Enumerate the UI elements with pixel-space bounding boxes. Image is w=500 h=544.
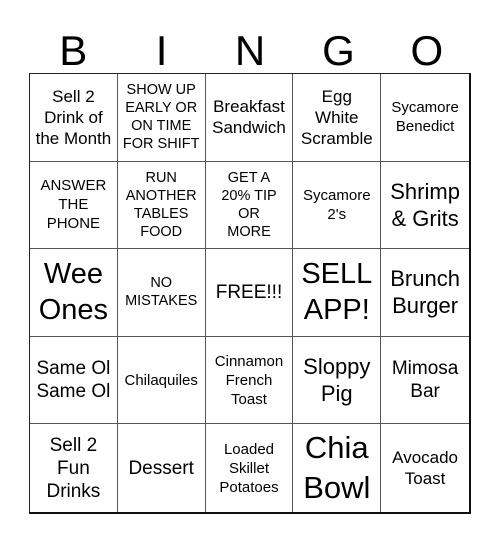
free-space: FREE!!! — [215, 281, 283, 303]
cell-text: Loaded Skillet Potatoes — [219, 440, 279, 496]
bingo-cell-r4-c3[interactable]: Cinnamon French Toast — [205, 336, 294, 425]
bingo-cell-r2-c4[interactable]: Sycamore 2's — [293, 161, 382, 250]
cell-text: SHOW UP EARLY OR ON TIME FOR SHIFT — [122, 82, 200, 153]
cell-text: RUN ANOTHER TABLES FOOD — [125, 169, 197, 240]
bingo-cell-r4-c1[interactable]: Same Ol Same Ol — [30, 336, 118, 425]
cell-text: Egg White Scramble — [300, 86, 373, 148]
cell-text: NO MISTAKES — [125, 275, 198, 310]
cell-text: Cinnamon French Toast — [214, 352, 284, 408]
bingo-cell-r2-c1[interactable]: ANSWER THE PHONE — [30, 161, 118, 250]
bingo-board: Sell 2 Drink of the Month SHOW UP EARLY … — [29, 73, 471, 514]
bingo-cell-r2-c2[interactable]: RUN ANOTHER TABLES FOOD — [117, 161, 206, 250]
bingo-header: B I N G O — [29, 28, 471, 73]
bingo-cell-r3-c2[interactable]: NO MISTAKES — [117, 249, 206, 337]
bingo-cell-r4-c4[interactable]: Sloppy Pig — [293, 336, 382, 425]
cell-text: ANSWER THE PHONE — [40, 177, 107, 233]
cell-text: Sycamore Benedict — [391, 99, 459, 136]
bingo-cell-r1-c1[interactable]: Sell 2 Drink of the Month — [30, 74, 118, 162]
bingo-cell-r2-c3[interactable]: GET A 20% TIP OR MORE — [205, 161, 294, 250]
cell-text: Mimosa Bar — [391, 358, 459, 403]
bingo-cell-r2-c5[interactable]: Shrimp & Grits — [381, 162, 469, 250]
header-letter-i: I — [155, 27, 168, 74]
bingo-cell-r3-c1[interactable]: Wee Ones — [30, 249, 118, 337]
cell-text: Sell 2 Fun Drinks — [46, 434, 101, 502]
cell-text: Breakfast Sandwich — [212, 97, 286, 138]
bingo-cell-r5-c3[interactable]: Loaded Skillet Potatoes — [206, 424, 294, 512]
cell-text: Dessert — [128, 457, 194, 479]
bingo-cell-r5-c4[interactable]: Chia Bowl — [293, 424, 382, 512]
bingo-cell-r5-c1[interactable]: Sell 2 Fun Drinks — [30, 424, 118, 512]
cell-text: Sloppy Pig — [303, 354, 371, 407]
cell-text: Same Ol Same Ol — [36, 358, 111, 403]
cell-text: GET A 20% TIP OR MORE — [221, 169, 277, 240]
bingo-cell-r5-c5[interactable]: Avocado Toast — [381, 424, 469, 512]
bingo-cell-r3-c5[interactable]: Brunch Burger — [381, 249, 469, 337]
bingo-cell-r1-c5[interactable]: Sycamore Benedict — [381, 74, 469, 162]
cell-text: Avocado Toast — [392, 448, 459, 489]
header-letter-n: N — [234, 27, 266, 74]
bingo-cell-r1-c3[interactable]: Breakfast Sandwich — [205, 74, 294, 162]
cell-text: Sycamore 2's — [303, 186, 371, 223]
cell-text: Wee Ones — [38, 258, 109, 327]
bingo-cell-r4-c2[interactable]: Chilaquiles — [117, 336, 206, 425]
header-letter-o: O — [410, 27, 444, 74]
cell-text: Chilaquiles — [124, 371, 198, 389]
cell-text: SELL APP! — [301, 258, 373, 327]
bingo-cell-r1-c2[interactable]: SHOW UP EARLY OR ON TIME FOR SHIFT — [117, 74, 206, 162]
cell-text: Shrimp & Grits — [390, 178, 460, 231]
bingo-cell-r4-c5[interactable]: Mimosa Bar — [381, 337, 469, 425]
cell-text: Brunch Burger — [390, 266, 460, 319]
cell-text: Chia Bowl — [303, 430, 371, 506]
cell-text: Sell 2 Drink of the Month — [35, 86, 112, 148]
header-letter-b: B — [59, 27, 88, 74]
bingo-cell-r3-c4[interactable]: SELL APP! — [293, 249, 382, 337]
bingo-cell-r5-c2[interactable]: Dessert — [118, 424, 206, 512]
header-letter-g: G — [322, 27, 355, 74]
bingo-cell-r1-c4[interactable]: Egg White Scramble — [293, 74, 382, 162]
bingo-cell-r3-c3[interactable]: FREE!!! — [205, 249, 294, 337]
